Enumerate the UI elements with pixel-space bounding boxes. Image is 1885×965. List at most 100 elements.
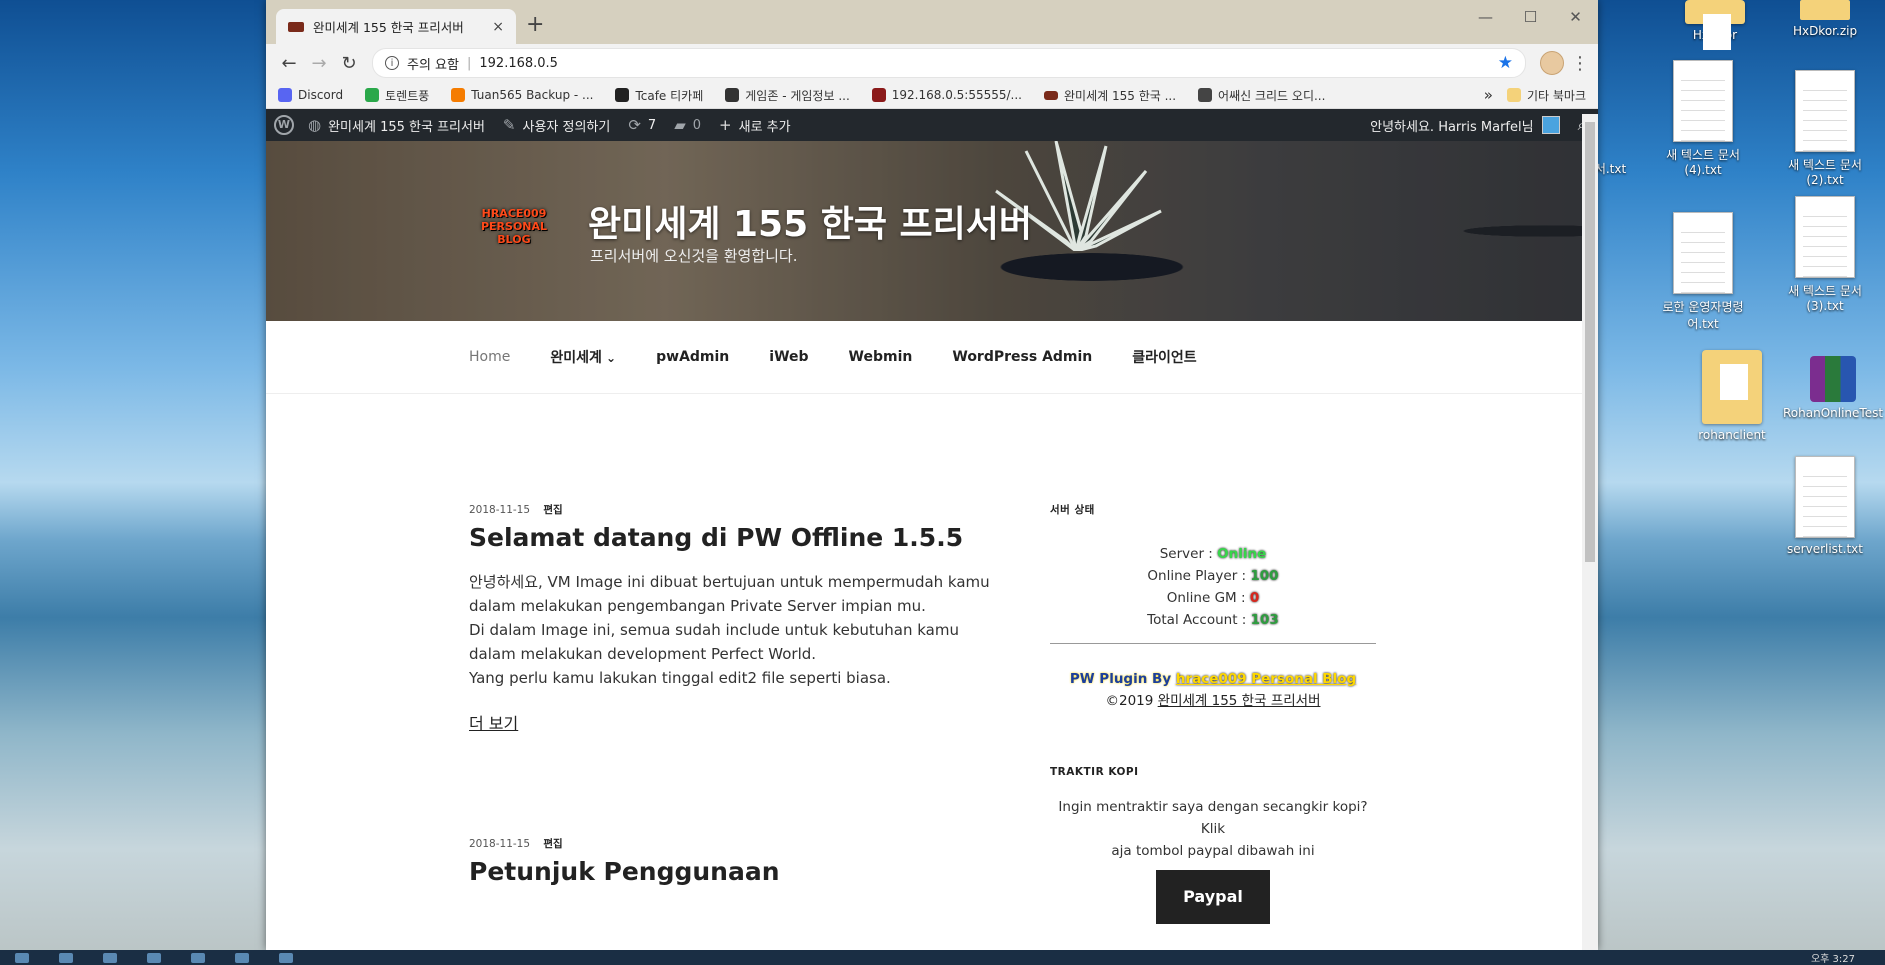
admin-site-label: 완미세계 155 한국 프리서버: [328, 119, 485, 135]
start-icon[interactable]: [15, 952, 29, 963]
desktop-icon-newtext4[interactable]: 새 텍스트 문서 (4).txt: [1653, 60, 1753, 177]
bookmark-label: 완미세계 155 한국 ...: [1064, 88, 1177, 103]
admin-comments-link[interactable]: ▰ 0: [674, 116, 701, 134]
desktop-icon-newtext3[interactable]: 새 텍스트 문서 (3).txt: [1775, 196, 1875, 313]
desktop-icons: 문서.txt HxDkor HxDkor.zip 새 텍스트 문서 (4).tx…: [1555, 0, 1885, 930]
logo-text: PERSONAL: [480, 220, 548, 233]
edit-link[interactable]: 편집: [543, 838, 562, 850]
admin-account[interactable]: 안녕하세요. Harris Marfel님 ⌕: [1370, 116, 1590, 135]
desktop-icon-label: 새 텍스트 문서 (2).txt: [1788, 158, 1862, 187]
more-bookmarks-button[interactable]: »: [1484, 86, 1493, 104]
nav-item-home[interactable]: Home: [469, 349, 510, 365]
desktop-icon-rohanonlinetest[interactable]: RohanOnlineTest: [1783, 356, 1883, 420]
maximize-button[interactable]: ☐: [1508, 0, 1553, 34]
torrent-icon: [365, 88, 380, 102]
forward-icon[interactable]: →: [304, 53, 334, 74]
toolbar: ← → ↻ i 주의 요함 | 192.168.0.5 ★ ⋮: [266, 44, 1598, 82]
sidebar: 서버 상태 Server : Online Online Player : 10…: [1050, 502, 1376, 924]
brush-icon: ✎: [502, 116, 516, 134]
site-title[interactable]: 완미세계 155 한국 프리서버: [588, 195, 1032, 247]
post-title[interactable]: Petunjuk Penggunaan: [469, 857, 999, 886]
post-text-line: 안녕하세요, VM Image ini dibuat bertujuan unt…: [469, 573, 990, 591]
edit-link[interactable]: 편집: [543, 504, 562, 516]
dashboard-icon: ◍: [308, 116, 322, 134]
local-server-icon: [871, 88, 886, 102]
plugin-prefix: PW Plugin By: [1069, 671, 1176, 687]
admin-new-link[interactable]: + 새로 추가: [719, 116, 791, 135]
taskbar-clock[interactable]: 오후 3:27: [1811, 950, 1855, 965]
bookmark-star-icon[interactable]: ★: [1498, 53, 1513, 73]
bookmark-item[interactable]: Discord: [278, 88, 343, 102]
plugin-credit: PW Plugin By hrace009 Personal Blog ©201…: [1050, 668, 1376, 712]
nav-item-client[interactable]: 클라이언트: [1132, 347, 1196, 367]
site-favicon-icon: [288, 21, 304, 32]
reload-icon[interactable]: ↻: [334, 53, 364, 74]
back-icon[interactable]: ←: [274, 53, 304, 74]
avatar: [1541, 116, 1560, 134]
bookmarks-bar: Discord 토렌트풍 Tuan565 Backup - ... Tcafe …: [266, 82, 1598, 109]
address-bar[interactable]: i 주의 요함 | 192.168.0.5 ★: [372, 48, 1526, 78]
page-scrollbar[interactable]: [1582, 114, 1598, 950]
copyright-link[interactable]: 완미세계 155 한국 프리서버: [1158, 693, 1321, 709]
site-logo[interactable]: HRACE009 PERSONAL BLOG: [474, 207, 554, 251]
store-icon[interactable]: [235, 952, 249, 963]
admin-site-link[interactable]: ◍ 완미세계 155 한국 프리서버: [308, 116, 485, 135]
bookmark-label: 토렌트풍: [385, 88, 430, 103]
task-view-icon[interactable]: [103, 952, 117, 963]
desktop-icon-newtext2[interactable]: 새 텍스트 문서 (2).txt: [1775, 70, 1875, 187]
post-title[interactable]: Selamat datang di PW Offline 1.5.5: [469, 523, 999, 552]
site-description: 프리서버에 오신것을 환영합니다.: [590, 247, 798, 265]
post-text-line: Yang perlu kamu lakukan tinggal edit2 fi…: [469, 669, 891, 687]
post-date[interactable]: 2018-11-15: [469, 838, 530, 850]
nav-item-pwadmin[interactable]: pwAdmin: [656, 349, 729, 365]
admin-updates-link[interactable]: ⟳ 7: [628, 116, 656, 134]
desktop-icon-label: HxDkor.zip: [1792, 24, 1858, 38]
new-tab-button[interactable]: +: [526, 12, 544, 37]
admin-customize-link[interactable]: ✎ 사용자 정의하기: [503, 116, 610, 135]
nav-item-webmin[interactable]: Webmin: [849, 349, 913, 365]
menu-icon[interactable]: ⋮: [1570, 53, 1590, 74]
updates-count: 7: [647, 117, 657, 133]
desktop-icon-rohanclient[interactable]: rohanclient: [1682, 350, 1782, 442]
bookmark-item[interactable]: 토렌트풍: [365, 87, 429, 104]
scrollbar-thumb[interactable]: [1585, 122, 1595, 562]
other-bookmarks[interactable]: 기타 북마크: [1506, 87, 1586, 104]
close-tab-icon[interactable]: ×: [492, 19, 504, 35]
url-text[interactable]: 192.168.0.5: [479, 56, 558, 71]
bookmark-item[interactable]: 192.168.0.5:55555/...: [871, 88, 1022, 102]
desktop-icon-hxdkor-zip[interactable]: HxDkor.zip: [1775, 0, 1875, 38]
info-icon[interactable]: i: [385, 56, 399, 70]
post-date[interactable]: 2018-11-15: [469, 504, 530, 516]
nav-item-wanmei[interactable]: 완미세계: [550, 347, 616, 367]
desktop-icon-rohan-commands[interactable]: 로한 운영자명령어.txt: [1653, 212, 1753, 332]
bookmark-item[interactable]: Tuan565 Backup - ...: [451, 88, 593, 102]
bookmark-item[interactable]: 완미세계 155 한국 ...: [1044, 87, 1176, 104]
status-label: Online GM :: [1166, 590, 1250, 606]
paypal-button[interactable]: Paypal: [1156, 870, 1270, 924]
minimize-button[interactable]: —: [1463, 0, 1508, 34]
text-file-icon: [1795, 456, 1855, 538]
desktop-icon-hxdkor[interactable]: HxDkor: [1665, 0, 1765, 50]
logo-text: HRACE009: [481, 207, 547, 220]
bookmark-label: Discord: [298, 88, 344, 102]
desktop-icon-serverlist[interactable]: serverlist.txt: [1775, 456, 1875, 556]
bookmark-label: Tcafe 티카페: [635, 88, 704, 103]
desktop-icon-label: serverlist.txt: [1787, 542, 1863, 556]
nav-item-iweb[interactable]: iWeb: [769, 349, 808, 365]
chrome-icon[interactable]: [279, 952, 293, 963]
main-navigation: Home 완미세계 pwAdmin iWeb Webmin WordPress …: [266, 321, 1598, 394]
browser-tab[interactable]: 완미세계 155 한국 프리서버 ×: [276, 9, 516, 44]
folder-icon[interactable]: [191, 952, 205, 963]
bookmark-item[interactable]: Tcafe 티카페: [615, 87, 703, 104]
bookmark-item[interactable]: 어쌔신 크리드 오디...: [1198, 87, 1325, 104]
nav-item-wordpress-admin[interactable]: WordPress Admin: [952, 349, 1092, 365]
status-value: 103: [1250, 612, 1279, 628]
edge-icon[interactable]: [147, 952, 161, 963]
read-more-link[interactable]: 더 보기: [469, 710, 518, 734]
wordpress-icon[interactable]: W: [274, 115, 294, 135]
plugin-link[interactable]: hrace009 Personal Blog: [1176, 671, 1356, 687]
search-icon[interactable]: [59, 952, 73, 963]
close-window-button[interactable]: ✕: [1553, 0, 1598, 34]
bookmark-item[interactable]: 게임존 - 게임정보 ...: [725, 87, 850, 104]
profile-avatar[interactable]: [1540, 51, 1564, 75]
